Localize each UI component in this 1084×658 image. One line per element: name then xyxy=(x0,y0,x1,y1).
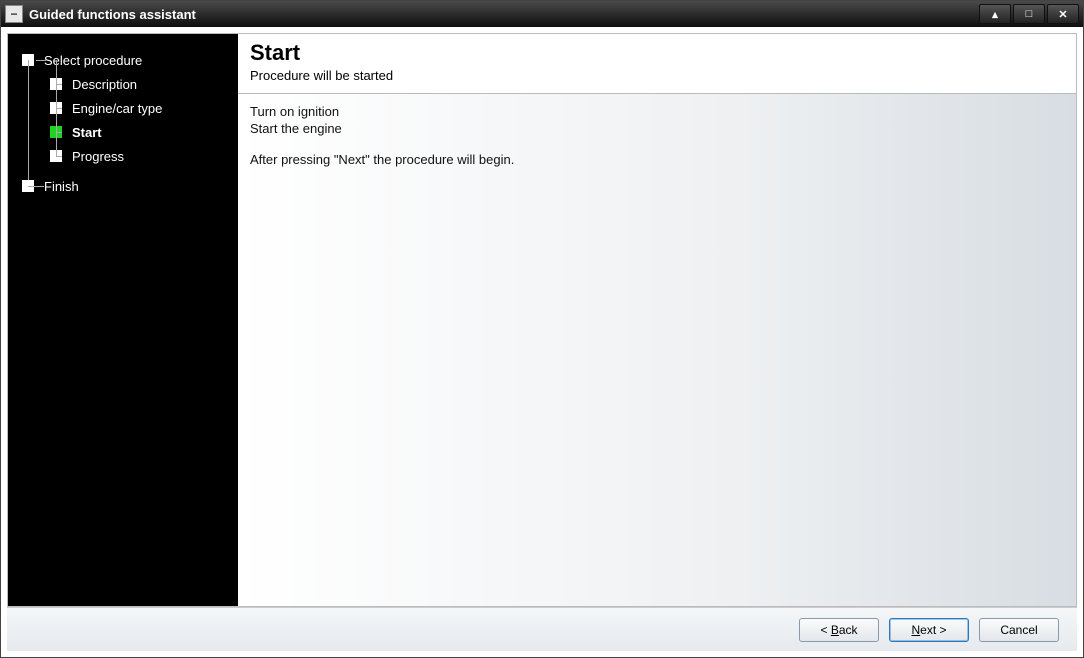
client-area: Select procedure Description Eng xyxy=(1,27,1083,657)
step-finish[interactable]: Finish xyxy=(22,174,228,198)
wizard-steps-sidebar: Select procedure Description Eng xyxy=(8,34,238,606)
next-accel: N xyxy=(911,623,920,637)
instruction-line: Turn on ignition xyxy=(250,104,1064,119)
back-prefix: < xyxy=(820,623,830,637)
step-label: Select procedure xyxy=(44,53,142,68)
step-label: Finish xyxy=(44,179,79,194)
system-menu-icon[interactable]: − xyxy=(5,5,23,23)
back-button[interactable]: < Back xyxy=(799,618,879,642)
content-header: Start Procedure will be started xyxy=(238,34,1076,94)
step-label: Engine/car type xyxy=(72,101,162,116)
cancel-button[interactable]: Cancel xyxy=(979,618,1059,642)
minimize-button[interactable]: ▴ xyxy=(979,4,1011,24)
page-title: Start xyxy=(250,40,1064,66)
wizard-content: Start Procedure will be started Turn on … xyxy=(238,34,1076,606)
back-suffix: ack xyxy=(839,623,858,637)
step-label: Description xyxy=(72,77,137,92)
next-button[interactable]: Next > xyxy=(889,618,969,642)
close-button[interactable]: ✕ xyxy=(1047,4,1079,24)
step-progress[interactable]: Progress xyxy=(22,144,228,168)
main-area: Select procedure Description Eng xyxy=(7,33,1077,607)
title-bar[interactable]: − Guided functions assistant ▴ □ ✕ xyxy=(1,1,1083,27)
step-label: Start xyxy=(72,125,102,140)
instruction-line: After pressing "Next" the procedure will… xyxy=(250,152,1064,167)
page-subtitle: Procedure will be started xyxy=(250,68,1064,83)
step-start[interactable]: Start xyxy=(22,120,228,144)
wizard-footer: < Back Next > Cancel xyxy=(7,607,1077,651)
wizard-window: − Guided functions assistant ▴ □ ✕ Selec… xyxy=(0,0,1084,658)
instruction-line: Start the engine xyxy=(250,121,1064,136)
next-suffix: ext > xyxy=(920,623,946,637)
maximize-button[interactable]: □ xyxy=(1013,4,1045,24)
step-description[interactable]: Description xyxy=(22,72,228,96)
window-title: Guided functions assistant xyxy=(29,7,196,22)
step-select-procedure[interactable]: Select procedure xyxy=(22,48,228,72)
step-label: Progress xyxy=(72,149,124,164)
content-body: Turn on ignition Start the engine After … xyxy=(238,94,1076,606)
back-accel: B xyxy=(831,623,839,637)
step-engine-car-type[interactable]: Engine/car type xyxy=(22,96,228,120)
wizard-step-list: Select procedure Description Eng xyxy=(22,48,228,198)
